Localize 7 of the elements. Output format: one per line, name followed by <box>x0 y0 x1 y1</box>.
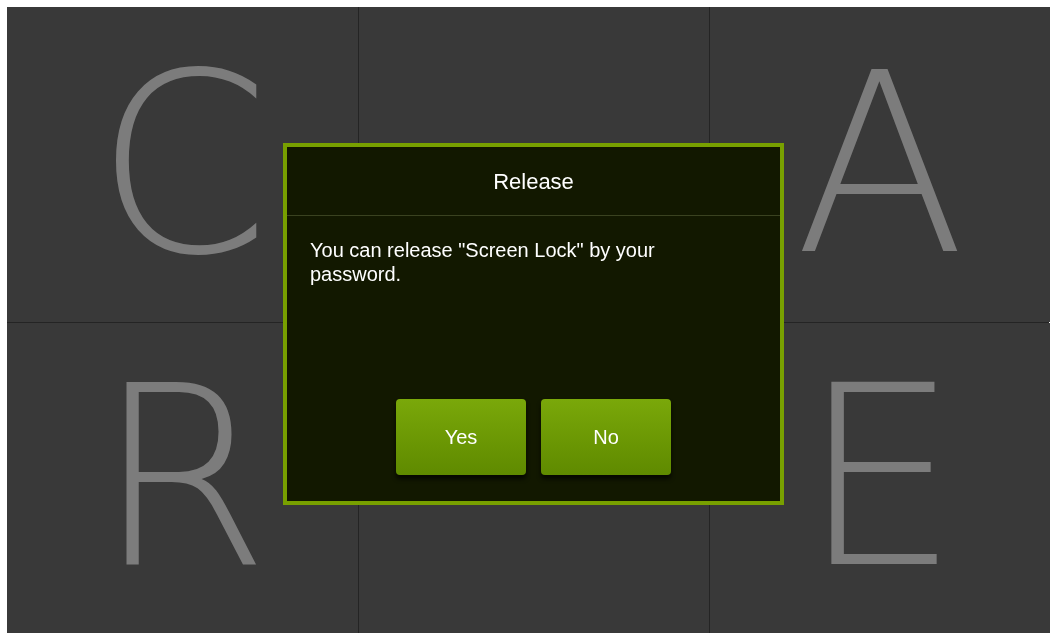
dialog-button[interactable]: Yes <box>396 399 526 475</box>
tile-letter: E <box>801 353 959 603</box>
dialog-title: Release <box>493 167 574 196</box>
tile-letter: A <box>794 39 966 290</box>
tile-letter: C <box>95 39 270 290</box>
tile-letter: R <box>95 353 270 603</box>
dialog-button[interactable]: No <box>541 399 671 475</box>
